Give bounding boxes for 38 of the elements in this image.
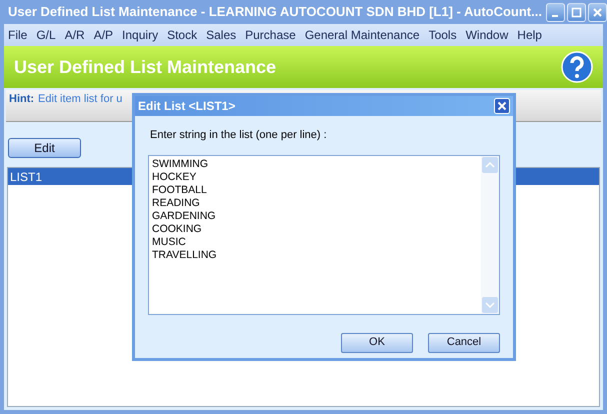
menu-item[interactable]: Inquiry <box>122 26 158 44</box>
text-area[interactable]: SWIMMING HOCKEY FOOTBALL READING GARDENING COOKING MUSIC TRAVELLING <box>148 154 500 314</box>
hint-label: Hint: <box>9 92 34 107</box>
minimize-button[interactable] <box>546 2 565 22</box>
cancel-button[interactable]: Cancel <box>428 332 500 352</box>
list-line: COOKING <box>152 222 203 236</box>
close-icon[interactable] <box>494 98 510 114</box>
list-line: READING <box>152 196 201 210</box>
list-line: TRAVELLING <box>152 248 218 262</box>
list-line: MUSIC <box>152 236 187 248</box>
menu-item[interactable]: G/L <box>36 26 56 44</box>
menu-item[interactable]: Purchase <box>245 26 296 44</box>
edit-button[interactable]: Edit <box>8 138 81 158</box>
menu-item[interactable]: Tools <box>428 26 457 44</box>
list-line: FOOTBALL <box>152 184 208 196</box>
menu-item[interactable]: Help <box>517 26 542 44</box>
minimize-icon <box>552 15 558 17</box>
menu-item[interactable]: A/P <box>94 26 114 44</box>
hint-text: Edit item list for u <box>38 92 122 107</box>
list-line: SWIMMING <box>152 158 209 170</box>
page-title: User Defined List Maintenance <box>14 56 276 78</box>
close-button[interactable] <box>588 2 607 22</box>
dialog-title: Edit List <LIST1> <box>138 98 236 115</box>
menu-item[interactable]: A/R <box>64 26 85 44</box>
menu-item[interactable]: Window <box>466 26 508 44</box>
menu-item[interactable]: Sales <box>206 26 236 44</box>
dialog-prompt: Enter string in the list (one per line) : <box>150 128 328 143</box>
window-title: User Defined List Maintenance - LEARNING AUTOCOUNT SDN BHD [L1] - AutoCount... <box>8 3 542 22</box>
list-line: HOCKEY <box>152 170 198 184</box>
ok-button[interactable]: OK <box>341 332 413 352</box>
maximize-button[interactable] <box>566 2 586 22</box>
menu-item[interactable]: File <box>8 26 28 44</box>
help-icon[interactable] <box>561 51 593 83</box>
list-line: GARDENING <box>152 210 217 222</box>
close-icon <box>592 6 603 18</box>
menu-item[interactable]: Stock <box>167 26 198 44</box>
maximize-icon <box>570 6 582 18</box>
menu-item[interactable]: General Maintenance <box>304 26 420 44</box>
